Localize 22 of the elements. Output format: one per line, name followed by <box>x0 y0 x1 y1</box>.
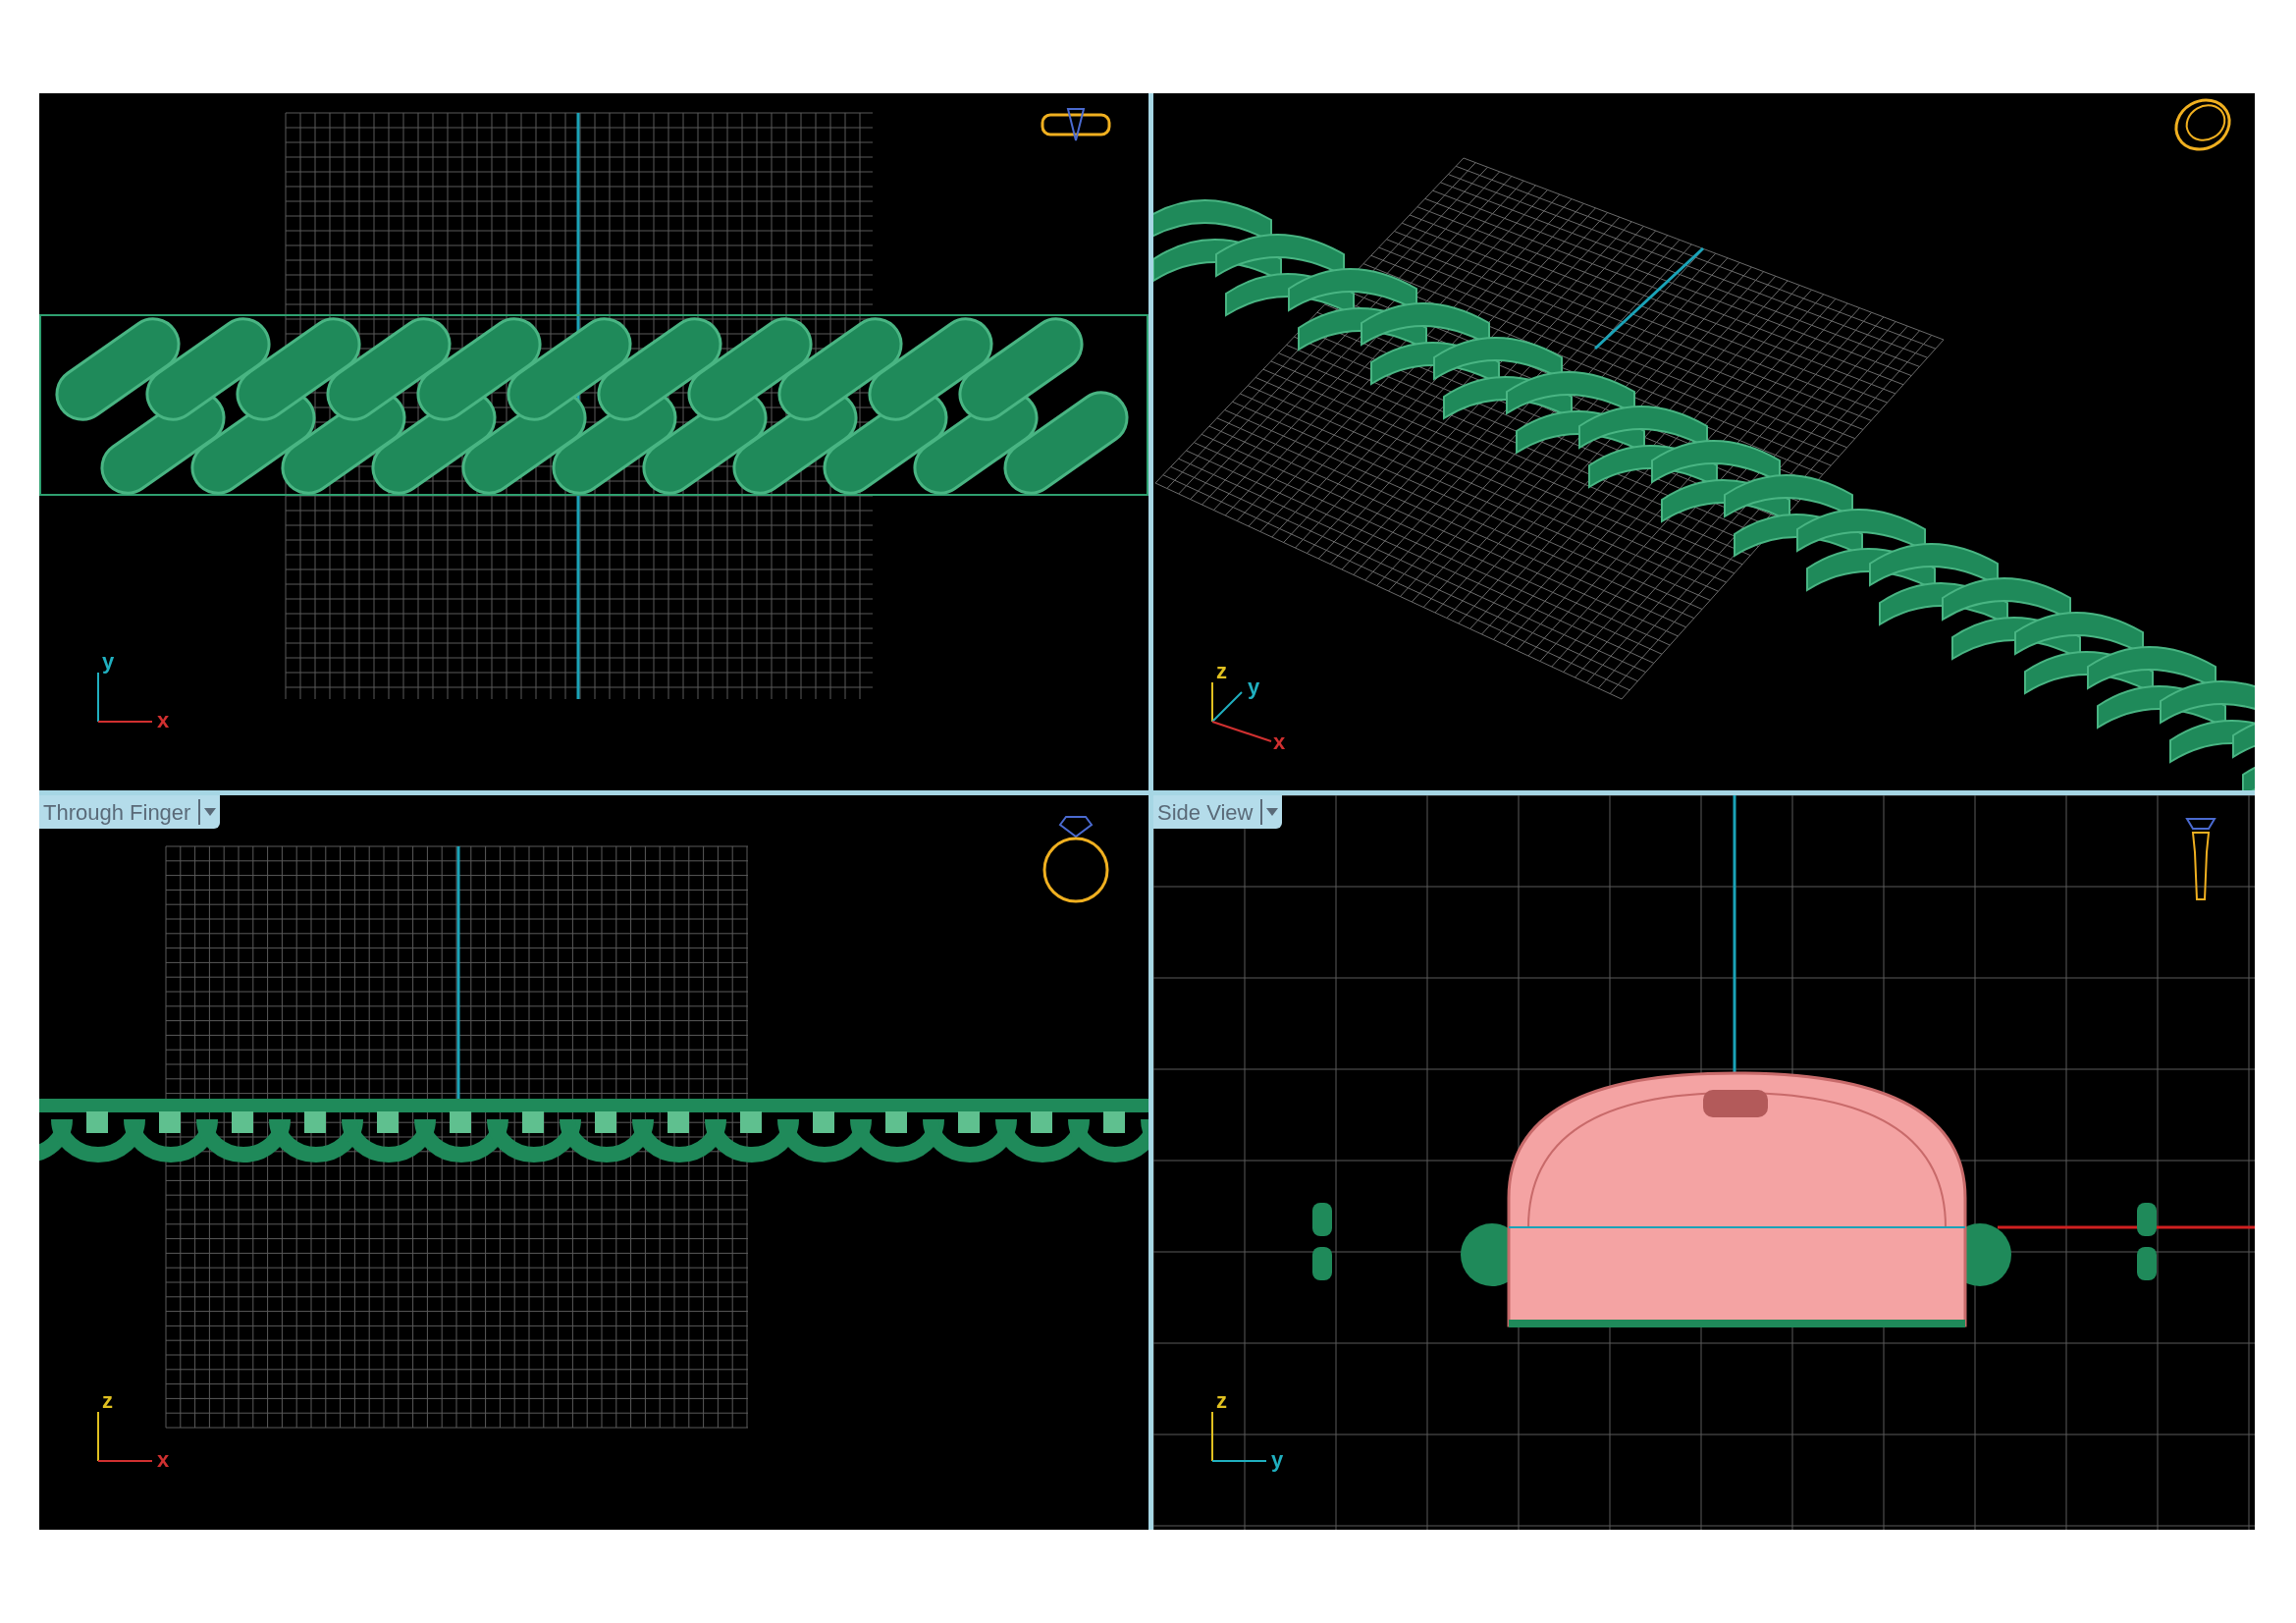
axis-label: z <box>102 1388 113 1413</box>
viewport[interactable]: Through Finger z x <box>39 795 1148 1530</box>
axis-icon <box>97 672 153 723</box>
viewport[interactable]: Side View z y <box>1153 795 2255 1530</box>
ring-icon <box>1041 815 1111 905</box>
viewport[interactable]: y x <box>39 93 1148 790</box>
axis-icon <box>1211 681 1272 742</box>
axis-label: x <box>157 708 170 732</box>
view-dropdown[interactable]: Through Finger <box>39 795 221 829</box>
axis-label: y <box>102 649 115 674</box>
axis-icon <box>97 1411 153 1462</box>
axis-label: y <box>1271 1447 1284 1472</box>
caret-icon <box>1266 808 1279 816</box>
axis-label: x <box>1273 730 1286 751</box>
view-dropdown[interactable]: Side View <box>1153 795 1283 829</box>
axis-label: x <box>157 1447 170 1472</box>
axis-label: y <box>1248 675 1260 699</box>
caret-icon <box>204 808 217 816</box>
axis-icon <box>1211 1411 1267 1462</box>
axis-label: z <box>1216 1388 1227 1413</box>
axis-label: z <box>1216 659 1227 683</box>
viewport[interactable]: z y x <box>1153 93 2255 790</box>
